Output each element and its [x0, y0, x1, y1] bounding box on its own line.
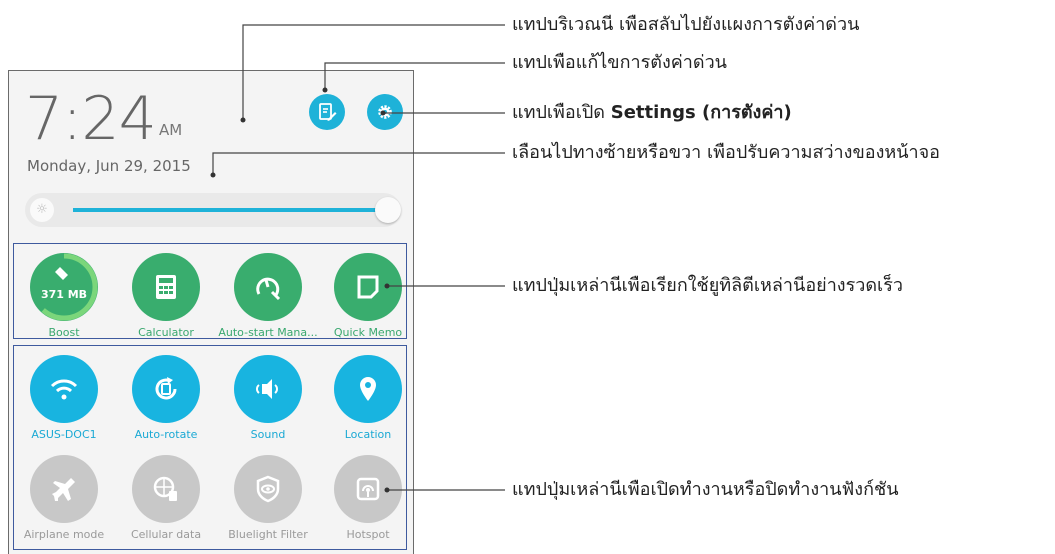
- callout-toggles: แทปปุ่มเหล่านีเพือเปิดทำงานหรือปิดทำงานฟ…: [512, 479, 899, 500]
- callout-settings-bold: Settings (การตังค่า): [610, 102, 792, 123]
- callout-brightness: เลือนไปทางซ้ายหรือขวา เพือปรับความสว่างข…: [512, 142, 940, 163]
- callout-settings-prefix: แทปเพือเปิด: [512, 102, 605, 123]
- callout-edit: แทปเพือแก้ไขการตังค่าด่วน: [512, 52, 727, 73]
- callout-settings: แทปเพือเปิด Settings (การตังค่า): [512, 102, 792, 124]
- callout-shortcuts: แทปปุ่มเหล่านีเพือเรียกใช้ยูทิลิตีเหล่าน…: [512, 275, 903, 296]
- callout-panel: แทปบริเวณนี เพือสลับไปยังแผงการตังค่าด่ว…: [512, 14, 860, 35]
